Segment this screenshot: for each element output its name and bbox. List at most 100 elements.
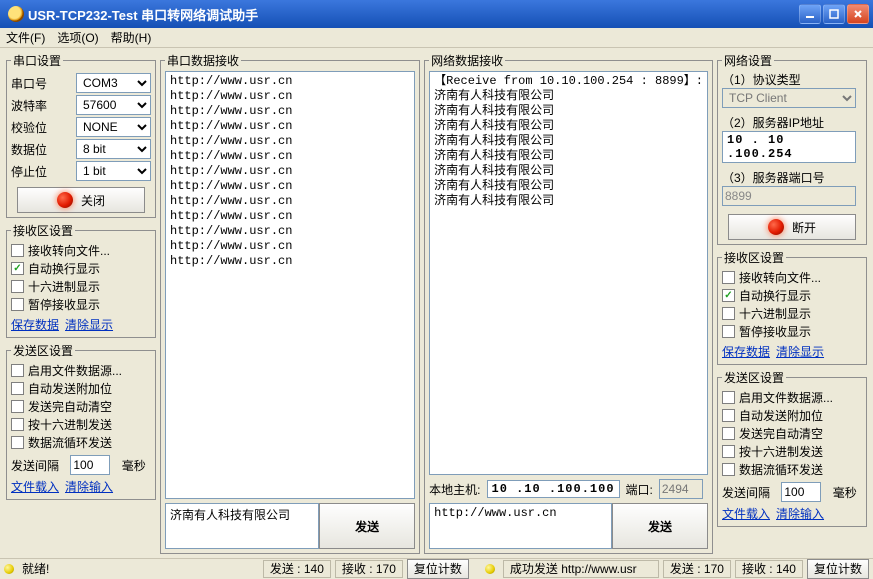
proto-label: （1）协议类型 bbox=[722, 71, 862, 88]
app-icon bbox=[8, 6, 24, 22]
link-clear-input[interactable]: 清除输入 bbox=[65, 480, 113, 494]
lbl-loop-send: 数据流循环发送 bbox=[28, 434, 112, 451]
net-disconnect-button[interactable]: 断开 bbox=[728, 214, 856, 240]
lbl-loop-send-r: 数据流循环发送 bbox=[739, 461, 823, 478]
local-port-input bbox=[659, 479, 703, 499]
status-recv-left: 接收 : 170 bbox=[335, 560, 403, 578]
window-title: USR-TCP232-Test 串口转网络调试助手 bbox=[28, 5, 799, 24]
menu-options[interactable]: 选项(O) bbox=[57, 29, 98, 46]
send-options-legend: 发送区设置 bbox=[11, 342, 75, 359]
serial-send-button[interactable]: 发送 bbox=[319, 503, 415, 549]
label-stop-bits: 停止位 bbox=[11, 163, 47, 180]
link-load-file[interactable]: 文件载入 bbox=[11, 480, 59, 494]
chk-auto-append-r[interactable] bbox=[722, 409, 735, 422]
lbl-interval-unit-r: 毫秒 bbox=[833, 484, 857, 501]
chk-pause-recv-r[interactable] bbox=[722, 325, 735, 338]
lbl-file-source-r: 启用文件数据源... bbox=[739, 389, 833, 406]
chk-recv-to-file-r[interactable] bbox=[722, 271, 735, 284]
chk-hex-display[interactable] bbox=[11, 280, 24, 293]
link-clear-display[interactable]: 清除显示 bbox=[65, 318, 113, 332]
local-host-label: 本地主机: bbox=[429, 481, 480, 498]
link-clear-display-r[interactable]: 清除显示 bbox=[776, 345, 824, 359]
input-send-interval[interactable] bbox=[70, 455, 110, 475]
chk-loop-send[interactable] bbox=[11, 436, 24, 449]
status-recv-right: 接收 : 140 bbox=[735, 560, 803, 578]
menu-help[interactable]: 帮助(H) bbox=[111, 29, 152, 46]
select-stop-bits[interactable]: 1 bit bbox=[76, 161, 151, 181]
status-ready: 就绪! bbox=[22, 560, 49, 577]
server-port-input bbox=[722, 186, 856, 206]
status-send-right: 发送 : 170 bbox=[663, 560, 731, 578]
select-parity[interactable]: NONE bbox=[76, 117, 151, 137]
status-send-left: 发送 : 140 bbox=[263, 560, 331, 578]
link-save-data-r[interactable]: 保存数据 bbox=[722, 345, 770, 359]
label-com-port: 串口号 bbox=[11, 75, 47, 92]
chk-auto-wrap-r[interactable] bbox=[722, 289, 735, 302]
label-baud: 波特率 bbox=[11, 97, 47, 114]
serial-recv-textarea[interactable]: http://www.usr.cn http://www.usr.cn http… bbox=[165, 71, 415, 499]
lbl-send-interval: 发送间隔 bbox=[11, 457, 59, 474]
chk-hex-display-r[interactable] bbox=[722, 307, 735, 320]
chk-file-source-r[interactable] bbox=[722, 391, 735, 404]
chk-hex-send-r[interactable] bbox=[722, 445, 735, 458]
select-data-bits[interactable]: 8 bit bbox=[76, 139, 151, 159]
status-bar: 就绪! 发送 : 140 接收 : 170 复位计数 成功发送 http://w… bbox=[0, 558, 873, 578]
chk-file-source[interactable] bbox=[11, 364, 24, 377]
reset-count-left[interactable]: 复位计数 bbox=[407, 559, 469, 579]
local-port-label: 端口: bbox=[626, 481, 653, 498]
lbl-auto-wrap: 自动换行显示 bbox=[28, 260, 100, 277]
serial-send-input[interactable]: 济南有人科技有限公司 bbox=[165, 503, 319, 549]
status-ok-send: 成功发送 http://www.usr bbox=[503, 560, 659, 578]
status-led-icon bbox=[57, 192, 73, 208]
net-send-button[interactable]: 发送 bbox=[612, 503, 708, 549]
lbl-hex-display-r: 十六进制显示 bbox=[739, 305, 811, 322]
serial-data-recv-group: 串口数据接收 http://www.usr.cn http://www.usr.… bbox=[160, 52, 420, 554]
lbl-hex-display: 十六进制显示 bbox=[28, 278, 100, 295]
lbl-clear-after-r: 发送完自动清空 bbox=[739, 425, 823, 442]
chk-auto-append[interactable] bbox=[11, 382, 24, 395]
net-send-input[interactable]: http://www.usr.cn bbox=[429, 503, 612, 549]
local-host-ip[interactable]: 10 .10 .100.100 bbox=[487, 480, 620, 498]
maximize-button[interactable] bbox=[823, 4, 845, 24]
link-load-file-r[interactable]: 文件载入 bbox=[722, 507, 770, 521]
chk-clear-after-r[interactable] bbox=[722, 427, 735, 440]
server-ip-label: （2）服务器IP地址 bbox=[722, 114, 862, 131]
chk-auto-wrap[interactable] bbox=[11, 262, 24, 275]
status-led-icon bbox=[768, 219, 784, 235]
reset-count-right[interactable]: 复位计数 bbox=[807, 559, 869, 579]
chk-recv-to-file[interactable] bbox=[11, 244, 24, 257]
network-settings-legend: 网络设置 bbox=[722, 52, 774, 69]
net-recv-textarea[interactable]: 【Receive from 10.10.100.254 : 8899】: 济南有… bbox=[429, 71, 708, 475]
lbl-recv-to-file: 接收转向文件... bbox=[28, 242, 110, 259]
select-baud[interactable]: 57600 bbox=[76, 95, 151, 115]
link-clear-input-r[interactable]: 清除输入 bbox=[776, 507, 824, 521]
lbl-auto-append: 自动发送附加位 bbox=[28, 380, 112, 397]
lbl-clear-after: 发送完自动清空 bbox=[28, 398, 112, 415]
close-button[interactable] bbox=[847, 4, 869, 24]
lbl-pause-recv-r: 暂停接收显示 bbox=[739, 323, 811, 340]
minimize-button[interactable] bbox=[799, 4, 821, 24]
link-save-data[interactable]: 保存数据 bbox=[11, 318, 59, 332]
lbl-hex-send-r: 按十六进制发送 bbox=[739, 443, 823, 460]
chk-loop-send-r[interactable] bbox=[722, 463, 735, 476]
input-send-interval-r[interactable] bbox=[781, 482, 821, 502]
recv-options-legend-r: 接收区设置 bbox=[722, 249, 786, 266]
send-options-group-right: 发送区设置 启用文件数据源... 自动发送附加位 发送完自动清空 按十六进制发送… bbox=[717, 369, 867, 527]
lbl-auto-wrap-r: 自动换行显示 bbox=[739, 287, 811, 304]
net-data-recv-legend: 网络数据接收 bbox=[429, 52, 505, 69]
chk-pause-recv[interactable] bbox=[11, 298, 24, 311]
serial-settings-group: 串口设置 串口号COM3 波特率57600 校验位NONE 数据位8 bit 停… bbox=[6, 52, 156, 218]
serial-close-button[interactable]: 关闭 bbox=[17, 187, 145, 213]
server-ip-input[interactable]: 10 . 10 .100.254 bbox=[722, 131, 856, 163]
label-data-bits: 数据位 bbox=[11, 141, 47, 158]
select-com-port[interactable]: COM3 bbox=[76, 73, 151, 93]
chk-hex-send[interactable] bbox=[11, 418, 24, 431]
chk-clear-after[interactable] bbox=[11, 400, 24, 413]
menu-file[interactable]: 文件(F) bbox=[6, 29, 45, 46]
serial-close-label: 关闭 bbox=[81, 192, 105, 209]
send-options-group-left: 发送区设置 启用文件数据源... 自动发送附加位 发送完自动清空 按十六进制发送… bbox=[6, 342, 156, 500]
serial-settings-legend: 串口设置 bbox=[11, 52, 63, 69]
lbl-send-interval-r: 发送间隔 bbox=[722, 484, 770, 501]
net-data-recv-group: 网络数据接收 【Receive from 10.10.100.254 : 889… bbox=[424, 52, 713, 554]
serial-data-recv-legend: 串口数据接收 bbox=[165, 52, 241, 69]
